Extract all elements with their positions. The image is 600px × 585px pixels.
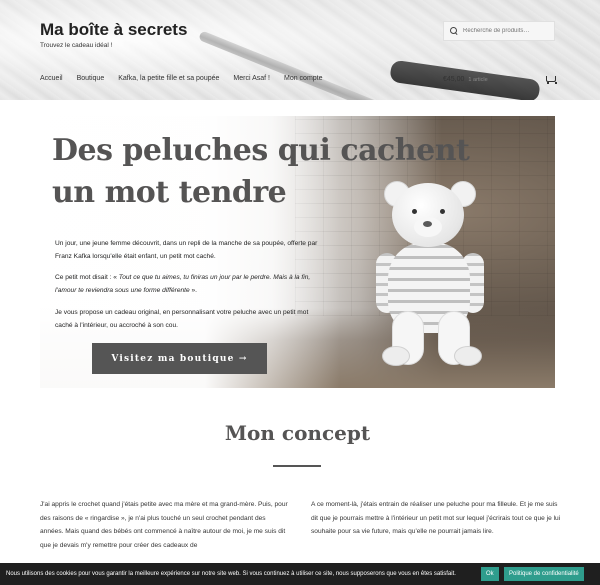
concept-divider bbox=[273, 465, 321, 467]
cookie-message: Nous utilisons des cookies pour vous gar… bbox=[6, 571, 456, 577]
cookie-consent-bar: Nous utilisons des cookies pour vous gar… bbox=[0, 563, 600, 585]
hero-paragraph-3: Je vous propose un cadeau original, en p… bbox=[55, 309, 309, 329]
cookie-ok-button[interactable]: Ok bbox=[481, 567, 499, 581]
shopping-basket-icon bbox=[545, 75, 557, 84]
visit-shop-button[interactable]: Visitez ma boutique → bbox=[92, 343, 267, 374]
search-icon bbox=[450, 27, 458, 35]
hero-quote-open: Ce petit mot disait : « bbox=[55, 274, 117, 281]
nav-item-boutique[interactable]: Boutique bbox=[77, 75, 105, 82]
main-nav: Accueil Boutique Kafka, la petite fille … bbox=[40, 75, 337, 82]
nav-item-kafka[interactable]: Kafka, la petite fille et sa poupée bbox=[118, 75, 219, 82]
cart-link[interactable]: €45,00 1 article bbox=[443, 75, 557, 84]
concept-paragraph-right: A ce moment-là, j'étais entrain de réali… bbox=[311, 501, 561, 535]
site-tagline: Trouvez le cadeau idéal ! bbox=[40, 42, 113, 49]
concept-paragraph-left: J'ai appris le crochet quand j'étais pet… bbox=[40, 501, 288, 549]
site-header: Ma boîte à secrets Trouvez le cadeau idé… bbox=[0, 0, 600, 100]
nav-item-mon-compte[interactable]: Mon compte bbox=[284, 75, 323, 82]
teddy-foot-left bbox=[382, 346, 410, 366]
hero-paragraph-2: Ce petit mot disait : « Tout ce que tu a… bbox=[55, 271, 325, 297]
concept-title: Mon concept bbox=[224, 421, 371, 445]
privacy-policy-button[interactable]: Politique de confidentialité bbox=[504, 567, 584, 581]
search-box[interactable] bbox=[443, 21, 555, 41]
teddy-snout bbox=[414, 217, 442, 237]
teddy-nose bbox=[423, 221, 432, 227]
teddy-foot-right bbox=[454, 346, 482, 366]
hero-paragraph-1: Un jour, une jeune femme découvrit, dans… bbox=[55, 240, 318, 260]
cart-total: €45,00 bbox=[443, 76, 465, 83]
site-title[interactable]: Ma boîte à secrets bbox=[40, 20, 187, 40]
hero-quote-close: ». bbox=[191, 287, 198, 294]
hero-title: Des peluches qui cachent un mot tendre bbox=[52, 133, 470, 210]
nav-item-merci-asaf[interactable]: Merci Asaf ! bbox=[233, 75, 270, 82]
nav-item-accueil[interactable]: Accueil bbox=[40, 75, 63, 82]
search-input[interactable] bbox=[463, 28, 553, 34]
cart-count: 1 article bbox=[468, 76, 488, 83]
